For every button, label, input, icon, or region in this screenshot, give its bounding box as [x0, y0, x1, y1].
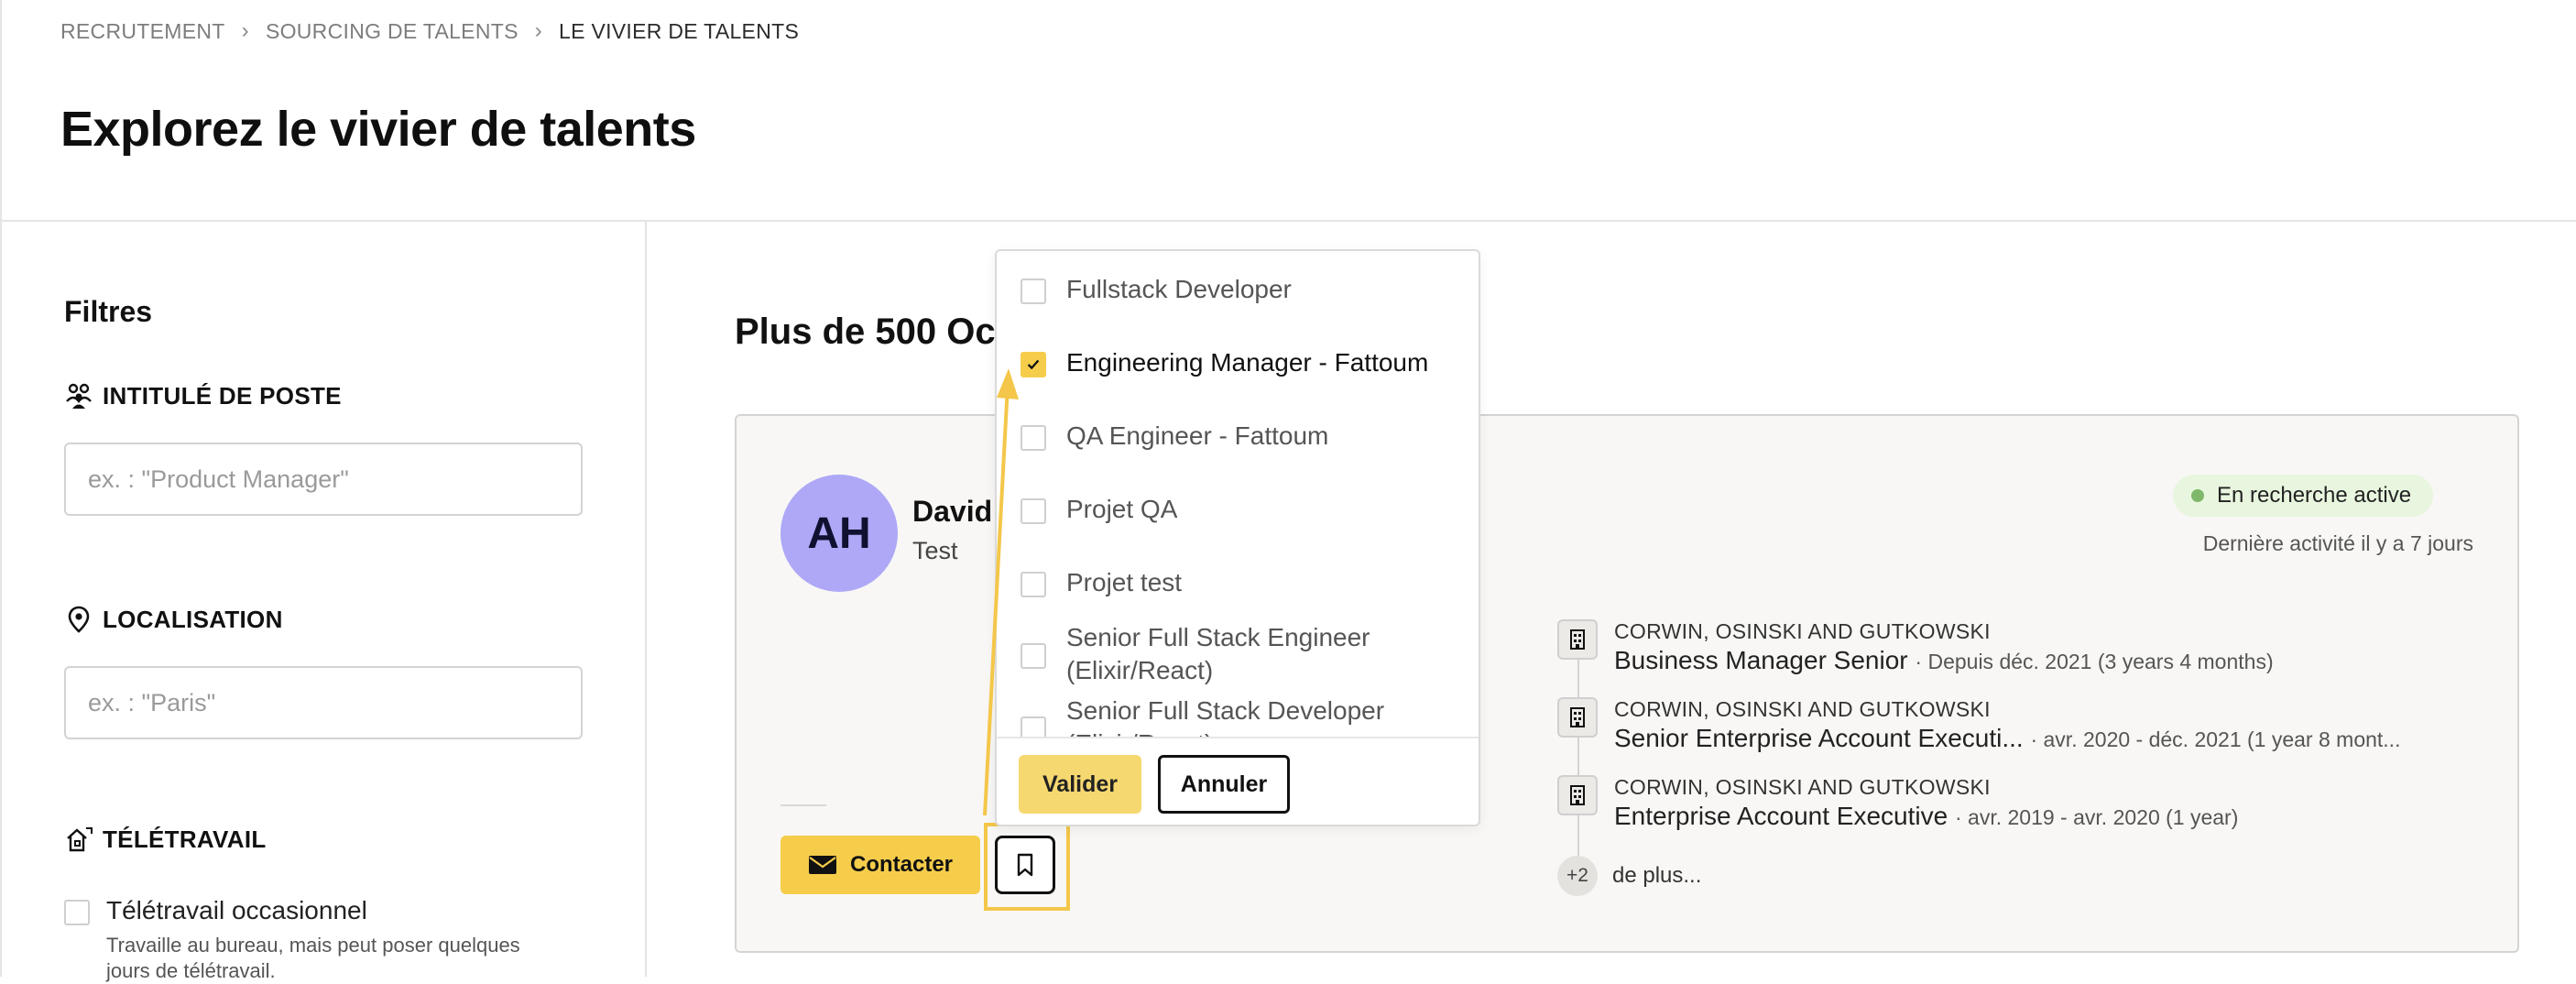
breadcrumb-current: LE VIVIER DE TALENTS	[559, 18, 800, 43]
more-label: de plus...	[1612, 863, 1702, 888]
experience-company: CORWIN, OSINSKI AND GUTKOWSKI	[1614, 619, 1991, 643]
breadcrumb: RECRUTEMENT › SOURCING DE TALENTS › LE V…	[60, 18, 799, 44]
contact-label: Contacter	[849, 852, 954, 877]
more-experiences[interactable]: +2 de plus...	[1557, 856, 1701, 896]
status-label: En recherche active	[2217, 483, 2412, 508]
project-label: QA Engineer - Fattoum	[1066, 421, 1329, 450]
avatar: AH	[780, 475, 898, 592]
candidate-subtitle: Test	[912, 537, 958, 564]
experience-company: CORWIN, OSINSKI AND GUTKOWSKI	[1614, 697, 1991, 721]
left-border	[0, 0, 2, 977]
project-option[interactable]: Projet test	[1021, 566, 1460, 599]
building-icon	[1557, 775, 1598, 815]
job-title-label: INTITULÉ DE POSTE	[103, 381, 342, 410]
envelope-icon	[808, 856, 836, 874]
project-checkbox[interactable]	[1021, 425, 1046, 451]
project-label: Senior Full Stack Developer (Elixir/Reac…	[1066, 696, 1385, 737]
project-label: Senior Full Stack Engineer (Elixir/React…	[1066, 623, 1370, 684]
breadcrumb-sourcing[interactable]: SOURCING DE TALENTS	[266, 19, 518, 44]
experience-item: CORWIN, OSINSKI AND GUTKOWSKI Senior Ent…	[1557, 697, 2400, 753]
project-option[interactable]: Senior Full Stack Engineer (Elixir/React…	[1021, 621, 1460, 687]
project-checkbox[interactable]	[1021, 279, 1046, 304]
job-title-input[interactable]	[64, 443, 583, 516]
bookmark-button[interactable]	[995, 836, 1055, 894]
chevron-right-icon: ›	[241, 18, 249, 43]
experience-item: CORWIN, OSINSKI AND GUTKOWSKI Business M…	[1557, 619, 2274, 675]
project-option[interactable]: Senior Full Stack Developer (Elixir/Reac…	[1021, 694, 1460, 737]
project-checkbox[interactable]	[1021, 352, 1046, 377]
status-badge: En recherche active	[2173, 475, 2434, 517]
people-icon	[66, 383, 92, 409]
sidebar-divider	[645, 222, 647, 977]
experience-item: CORWIN, OSINSKI AND GUTKOWSKI Enterprise…	[1557, 775, 2238, 831]
breadcrumb-recrutement[interactable]: RECRUTEMENT	[60, 19, 225, 44]
project-label: Projet QA	[1066, 495, 1178, 523]
filters-title: Filtres	[64, 295, 153, 328]
project-list[interactable]: Fullstack Developer Engineering Manager …	[997, 251, 1479, 737]
remote-label: TÉLÉTRAVAIL	[103, 825, 267, 853]
project-checkbox[interactable]	[1021, 498, 1046, 524]
project-option[interactable]: QA Engineer - Fattoum	[1021, 420, 1460, 453]
header-divider	[0, 220, 2576, 222]
home-office-icon	[67, 827, 93, 852]
location-label: LOCALISATION	[103, 605, 283, 633]
remote-occasional-option[interactable]: Télétravail occasionnel Travaille au bur…	[64, 896, 564, 984]
check-icon	[1027, 359, 1040, 370]
location-input[interactable]	[64, 666, 583, 739]
experience-role: Business Manager Senior	[1614, 646, 1908, 674]
building-icon	[1557, 697, 1598, 738]
more-count-badge: +2	[1557, 856, 1598, 896]
experience-period: · Depuis déc. 2021 (3 years 4 months)	[1915, 650, 2274, 673]
experience-period: · avr. 2019 - avr. 2020 (1 year)	[1954, 805, 2239, 829]
location-filter-heading: LOCALISATION	[64, 605, 283, 634]
contact-button[interactable]: Contacter	[780, 836, 980, 894]
project-option[interactable]: Fullstack Developer	[1021, 273, 1460, 306]
map-pin-icon	[68, 606, 90, 633]
project-label: Fullstack Developer	[1066, 275, 1292, 303]
building-icon	[1557, 619, 1598, 660]
cancel-button[interactable]: Annuler	[1158, 755, 1290, 814]
experience-role: Senior Enterprise Account Executi...	[1614, 724, 2024, 752]
status-dot-icon	[2191, 489, 2204, 502]
validate-button[interactable]: Valider	[1019, 755, 1141, 814]
project-label: Projet test	[1066, 568, 1183, 596]
remote-filter-heading: TÉLÉTRAVAIL	[64, 825, 267, 854]
experience-timeline	[1577, 641, 1579, 870]
project-option[interactable]: Projet QA	[1021, 493, 1460, 526]
remote-occasional-checkbox[interactable]	[64, 900, 90, 925]
remote-occasional-title: Télétravail occasionnel	[106, 896, 367, 924]
bookmark-icon	[1017, 853, 1033, 877]
candidate-name[interactable]: David	[912, 495, 992, 529]
experience-period: · avr. 2020 - déc. 2021 (1 year 8 mont..…	[2030, 727, 2401, 751]
project-checkbox[interactable]	[1021, 643, 1046, 669]
dropdown-footer-divider	[997, 737, 1479, 738]
page-title: Explorez le vivier de talents	[60, 102, 696, 157]
project-dropdown: Fullstack Developer Engineering Manager …	[995, 249, 1480, 826]
project-checkbox[interactable]	[1021, 716, 1046, 737]
chevron-right-icon: ›	[534, 18, 543, 43]
experience-role: Enterprise Account Executive	[1614, 802, 1948, 830]
project-option[interactable]: Engineering Manager - Fattoum	[1021, 346, 1460, 379]
project-checkbox[interactable]	[1021, 572, 1046, 597]
project-label: Engineering Manager - Fattoum	[1066, 348, 1429, 377]
job-title-filter-heading: INTITULÉ DE POSTE	[64, 381, 342, 410]
experience-company: CORWIN, OSINSKI AND GUTKOWSKI	[1614, 775, 1991, 799]
divider	[780, 804, 826, 806]
last-activity: Dernière activité il y a 7 jours	[2202, 531, 2473, 555]
results-count: Plus de 500 Oc	[735, 312, 996, 352]
